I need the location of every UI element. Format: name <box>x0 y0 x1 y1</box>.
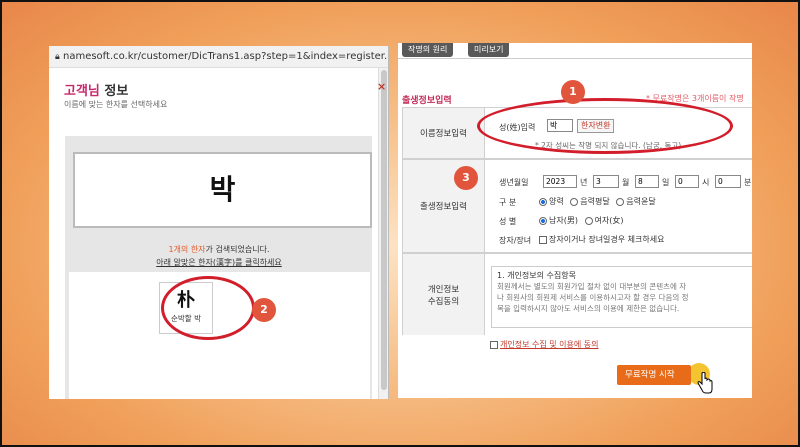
privacy-row-label: 개인정보 수집동의 <box>403 254 485 335</box>
found-message: 1개의 한자가 검색되었습니다. <box>49 244 388 255</box>
solar-label: 양력 <box>549 197 564 206</box>
privacy-agree: 개인정보 수집 및 이용에 동의 <box>490 339 599 350</box>
close-icon[interactable]: × <box>377 80 386 93</box>
section-title: 출생정보입력 <box>402 96 452 106</box>
female-radio[interactable] <box>584 216 593 225</box>
found-count: 1개의 한자 <box>168 245 206 254</box>
firstborn-option: 장자이거나 장녀일경우 체크하세요 <box>539 234 665 245</box>
male-radio[interactable] <box>539 216 547 225</box>
month-unit: 월 <box>622 178 630 187</box>
calendar-label: 구 분 <box>499 198 517 207</box>
year-unit: 년 <box>580 178 588 187</box>
privacy-line2: 나 회원사의 회원제 서비스를 이용하시고자 할 경우 다음의 정 <box>497 293 689 302</box>
gender-options: 남자(男) 여자(女) <box>539 215 623 226</box>
privacy-label-line2: 수집동의 <box>427 296 460 307</box>
birthdate-label: 생년월일 <box>499 178 529 187</box>
lunar-leap-label: 음력윤달 <box>626 197 656 206</box>
firstborn-checkbox[interactable] <box>539 235 547 244</box>
lunar-leap-radio[interactable] <box>616 197 625 206</box>
found-suffix: 가 검색되었습니다. <box>205 245 270 254</box>
privacy-label-line1: 개인정보 <box>427 284 460 295</box>
day-unit: 일 <box>662 178 670 187</box>
url-text: namesoft.co.kr/customer/DicTrans1.asp?st… <box>62 51 388 62</box>
minute-unit: 분 <box>744 178 752 187</box>
instruction-text: 아래 알맞은 한자(漢字)를 클릭하세요 <box>156 258 282 267</box>
day-select[interactable]: 8 <box>635 175 659 188</box>
hour-unit: 시 <box>702 178 710 187</box>
solar-radio[interactable] <box>539 197 547 206</box>
hanja-popup-window: 🔒︎ namesoft.co.kr/customer/DicTrans1.asp… <box>49 46 389 399</box>
instruction: 아래 알맞은 한자(漢字)를 클릭하세요 <box>49 257 388 268</box>
minute-select[interactable]: 0 <box>715 175 741 188</box>
url-bar[interactable]: 🔒︎ namesoft.co.kr/customer/DicTrans1.asp… <box>49 46 388 68</box>
privacy-text-box[interactable]: 1. 개인정보의 수집항목 회원께서는 별도의 회원가입 절차 없이 대부분의 … <box>491 266 752 328</box>
popup-title-customer: 고객님 <box>64 84 100 99</box>
free-naming-start-button[interactable]: 무료작명 시작 <box>617 365 691 385</box>
month-select[interactable]: 3 <box>593 175 619 188</box>
annotation-oval-1 <box>477 98 733 154</box>
annotation-badge-2: 2 <box>252 298 276 322</box>
privacy-row: 개인정보 수집동의 1. 개인정보의 수집항목 회원께서는 별도의 회원가입 절차… <box>402 253 752 335</box>
hand-cursor-icon <box>697 372 713 394</box>
annotation-oval-2 <box>161 276 255 340</box>
privacy-line3: 목을 입력하시지 않아도 서비스의 이용에 제한은 없습니다. <box>497 304 680 313</box>
annotation-badge-3: 3 <box>454 166 478 190</box>
popup-subtitle: 이름에 맞는 한자를 선택하세요 <box>64 100 168 109</box>
calendar-options: 양력 음력평달 음력윤달 <box>539 196 656 207</box>
name-row-label: 이름정보입력 <box>403 108 485 158</box>
lunar-label: 음력평달 <box>580 197 610 206</box>
privacy-agree-label[interactable]: 개인정보 수집 및 이용에 동의 <box>500 340 599 349</box>
name-display: 박 <box>73 152 372 228</box>
tab-preview[interactable]: 미리보기 <box>468 43 510 57</box>
popup-title-info: 정보 <box>99 84 129 99</box>
male-label: 남자(男) <box>549 216 578 225</box>
female-label: 여자(女) <box>594 216 624 225</box>
lunar-radio[interactable] <box>570 197 579 206</box>
privacy-heading: 1. 개인정보의 수집항목 <box>497 271 576 280</box>
privacy-agree-checkbox[interactable] <box>490 340 498 349</box>
firstborn-label: 장자/장녀 <box>499 236 532 245</box>
gender-label: 성 별 <box>499 217 517 226</box>
firstborn-checkbox-label: 장자이거나 장녀일경우 체크하세요 <box>549 235 665 244</box>
popup-title: 고객님 정보 <box>64 80 128 99</box>
top-tab-bar: 작명의 원리 미리보기 <box>398 43 752 59</box>
annotation-badge-1: 1 <box>561 80 585 104</box>
popup-scrollbar[interactable] <box>378 68 388 399</box>
privacy-line1: 회원께서는 별도의 회원가입 절차 없이 대부분의 콘텐츠에 자 <box>497 282 687 291</box>
scrollbar-thumb[interactable] <box>381 70 387 390</box>
year-select[interactable]: 2023 <box>543 175 577 188</box>
tab-naming-principle[interactable]: 작명의 원리 <box>402 43 454 57</box>
lock-icon: 🔒︎ <box>55 52 60 62</box>
hour-select[interactable]: 0 <box>675 175 699 188</box>
